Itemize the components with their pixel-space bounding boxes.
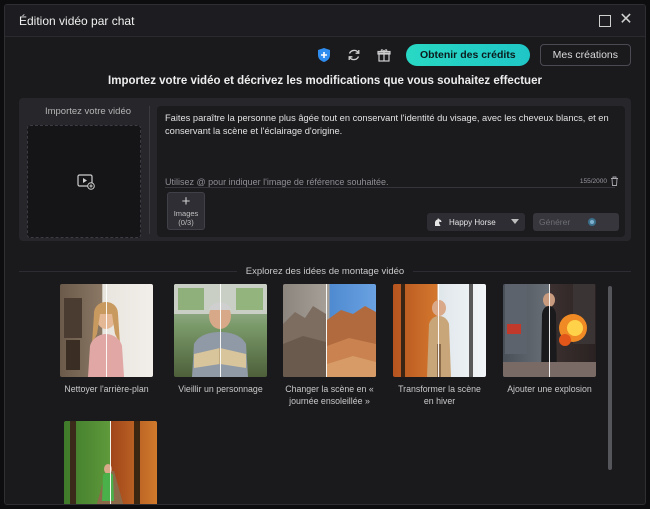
page-heading: Importez votre vidéo et décrivez les mod… — [108, 75, 542, 87]
close-icon[interactable]: ✕ — [619, 12, 633, 28]
prompt-text[interactable]: Faites paraître la personne plus âgée to… — [165, 112, 617, 138]
idea-card[interactable]: Nettoyer l'arrière-plan — [60, 284, 153, 395]
divider-right — [413, 271, 631, 272]
horse-icon — [435, 218, 442, 226]
upload-label: Importez votre vidéo — [44, 106, 132, 117]
window-title: Édition vidéo par chat — [19, 14, 135, 28]
idea-thumbnail-clean-background — [60, 284, 153, 377]
model-select[interactable]: Happy Horse — [427, 213, 525, 231]
edit-panel: Importez votre vidéo Faites paraître la … — [19, 98, 631, 241]
video-upload-dropzone[interactable] — [27, 125, 141, 238]
idea-label: Transformer la scène en hiver — [398, 384, 481, 406]
generate-button[interactable]: Générer — [533, 213, 619, 231]
idea-thumbnail-age-character — [174, 284, 267, 377]
toolbar: Obtenir des crédits Mes créations — [316, 43, 631, 67]
hint-underline — [165, 187, 615, 188]
idea-thumbnail-explosion — [503, 284, 596, 377]
panel-divider — [149, 106, 150, 234]
idea-card[interactable]: Transformer la scène en hiver — [393, 284, 486, 407]
character-counter: 155/2000 — [579, 178, 607, 185]
trash-icon[interactable] — [610, 176, 619, 186]
title-bar: Édition vidéo par chat ✕ — [5, 5, 645, 37]
chevron-down-icon — [511, 219, 519, 224]
refresh-icon[interactable] — [346, 47, 362, 63]
model-name: Happy Horse — [449, 217, 496, 227]
add-images-button[interactable]: + Images (0/3) — [167, 192, 205, 230]
prompt-area[interactable]: Faites paraître la personne plus âgée to… — [157, 106, 625, 237]
video-add-icon — [77, 174, 95, 190]
idea-card[interactable]: Ajouter une explosion — [503, 284, 596, 395]
idea-thumbnail-sunny-day — [283, 284, 376, 377]
idea-card[interactable]: Vieillir un personnage — [174, 284, 267, 395]
gallery-scrollbar[interactable] — [608, 286, 612, 470]
idea-label: Nettoyer l'arrière-plan — [64, 384, 149, 394]
images-count: (0/3) — [178, 218, 194, 227]
images-label: Images — [173, 209, 199, 218]
ideas-gallery: Nettoyer l'arrière-plan Vieillir un pers… — [60, 284, 610, 504]
idea-thumbnail-forest-season — [64, 421, 157, 504]
idea-label: Ajouter une explosion — [507, 384, 592, 394]
idea-card[interactable] — [64, 421, 157, 504]
chat-video-edit-window: Édition vidéo par chat ✕ Obtenir des cré… — [4, 4, 646, 505]
plus-icon: + — [181, 193, 191, 210]
generate-label: Générer — [539, 217, 571, 227]
maximize-icon[interactable] — [599, 15, 611, 27]
my-creations-button[interactable]: Mes créations — [539, 44, 631, 66]
idea-thumbnail-winter — [393, 284, 486, 377]
idea-label: Vieillir un personnage — [178, 384, 263, 394]
get-credits-button[interactable]: Obtenir des crédits — [405, 44, 530, 66]
credit-icon — [588, 218, 596, 226]
idea-card[interactable]: Changer la scène en « journée ensoleillé… — [283, 284, 376, 407]
shield-plus-icon[interactable] — [316, 47, 332, 63]
gift-icon[interactable] — [376, 47, 392, 63]
prompt-hint: Utilisez @ pour indiquer l'image de réfé… — [165, 177, 389, 187]
idea-label: Changer la scène en « journée ensoleillé… — [285, 384, 374, 406]
